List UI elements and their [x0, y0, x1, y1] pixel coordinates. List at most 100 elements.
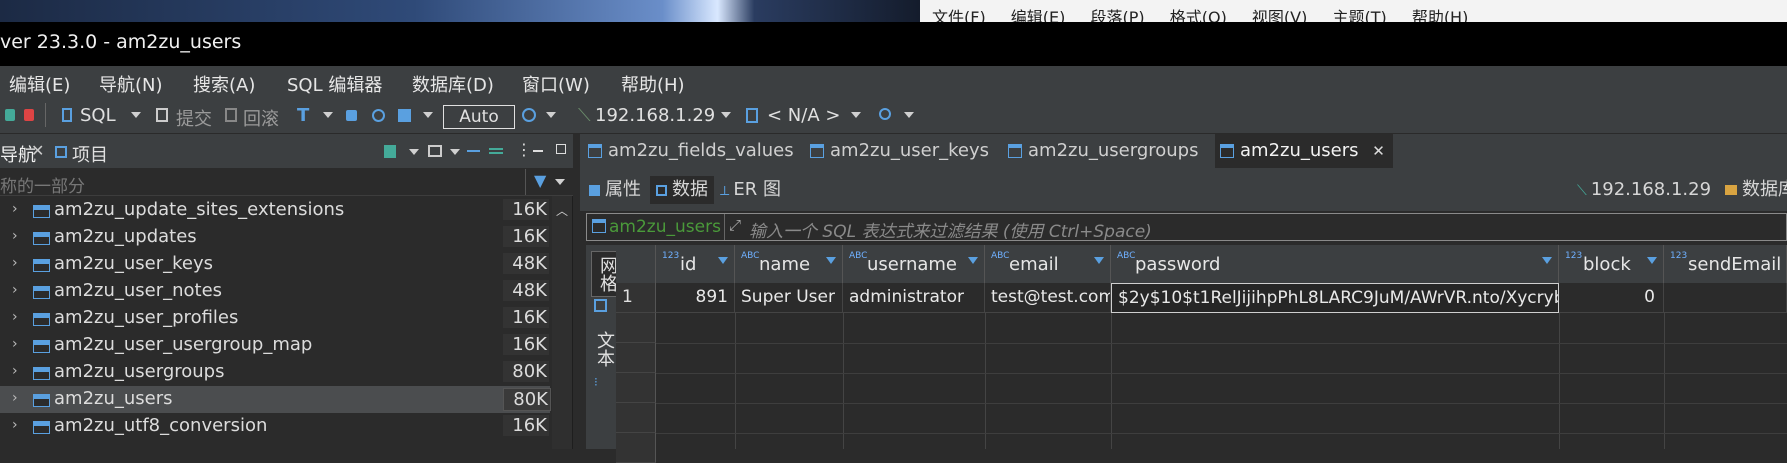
tree-item[interactable]: › am2zu_usergroups 80K — [0, 359, 550, 386]
expand-arrow-icon[interactable]: › — [12, 228, 18, 244]
auto-commit-mode[interactable]: Auto — [443, 105, 515, 129]
link-editor-icon[interactable] — [489, 148, 503, 154]
history-caret[interactable] — [546, 112, 556, 118]
expand-arrow-icon[interactable]: › — [12, 255, 18, 271]
tree-item[interactable]: › am2zu_updates 16K — [0, 224, 550, 251]
schema-caret[interactable] — [851, 112, 861, 118]
print-icon[interactable] — [398, 109, 411, 122]
new-connection-caret[interactable] — [409, 149, 419, 155]
expand-arrow-icon[interactable]: › — [12, 201, 18, 217]
grid-corner[interactable] — [616, 245, 656, 283]
sort-icon[interactable] — [1647, 257, 1657, 264]
tree-item[interactable]: › am2zu_user_keys 48K — [0, 251, 550, 278]
view-text-tab[interactable]: 文本 — [591, 331, 617, 367]
sort-icon[interactable] — [1094, 257, 1104, 264]
menu-search[interactable]: 搜索(A) — [193, 71, 255, 97]
scroll-up-icon[interactable]: ︿ — [556, 202, 568, 219]
rollback-icon[interactable] — [225, 108, 237, 122]
text-view-icon[interactable]: ⁝ — [594, 375, 598, 389]
tree-item-selected[interactable]: › am2zu_users 80K — [0, 386, 551, 413]
monitor-icon[interactable] — [372, 109, 385, 122]
sql-filter-input[interactable]: 输入一个 SQL 表达式来过滤结果 (使用 Ctrl+Space) — [749, 217, 1152, 242]
row-number[interactable]: 1 — [616, 283, 656, 313]
disconnect-icon[interactable] — [24, 109, 34, 121]
expand-arrow-icon[interactable]: › — [12, 390, 18, 406]
column-header-block[interactable]: 123 block — [1559, 245, 1664, 283]
cell-username[interactable]: administrator — [843, 283, 985, 313]
sort-icon[interactable] — [826, 257, 836, 264]
column-header-password[interactable]: ABC password — [1111, 245, 1559, 283]
menu-navigate[interactable]: 导航(N) — [99, 71, 163, 97]
cell-name[interactable]: Super User — [735, 283, 843, 313]
navigator-scrollbar[interactable]: ︿ — [552, 196, 572, 449]
connect-icon[interactable] — [5, 109, 15, 121]
host-caret[interactable] — [721, 112, 731, 118]
expand-arrow-icon[interactable]: › — [12, 309, 18, 325]
tab-am2zu-users[interactable]: am2zu_users ✕ — [1215, 134, 1393, 168]
sort-icon[interactable] — [718, 257, 728, 264]
tree-item[interactable]: › am2zu_user_usergroup_map 16K — [0, 332, 550, 359]
tab-am2zu-user-keys[interactable]: am2zu_user_keys — [810, 134, 989, 168]
column-header-id[interactable]: 123 id — [656, 245, 735, 283]
new-connection-icon[interactable] — [384, 145, 396, 158]
folder-icon[interactable] — [428, 145, 442, 157]
minimize-icon[interactable] — [533, 150, 543, 152]
menu-window[interactable]: 窗口(W) — [522, 71, 590, 97]
bg-menu-theme[interactable]: 主题(T) — [1332, 0, 1386, 22]
folder-caret[interactable] — [450, 149, 460, 155]
menu-sql-editor[interactable]: SQL 编辑器 — [287, 71, 382, 97]
sort-icon[interactable] — [968, 257, 978, 264]
column-header-name[interactable]: ABC name — [735, 245, 843, 283]
navigator-filter[interactable]: 称的一部分 ▼ — [0, 168, 573, 197]
print-caret[interactable] — [423, 112, 433, 118]
filter-caret[interactable] — [555, 179, 565, 185]
lock-icon[interactable] — [346, 110, 357, 121]
tree-item[interactable]: › am2zu_user_profiles 16K — [0, 305, 550, 332]
menu-edit[interactable]: 编辑(E) — [9, 71, 70, 97]
collapse-all-icon[interactable] — [467, 150, 480, 152]
expand-arrow-icon[interactable]: › — [12, 282, 18, 298]
close-icon[interactable]: ✕ — [1372, 142, 1385, 160]
view-menu-icon[interactable]: ⋮ — [516, 140, 532, 159]
expand-arrow-icon[interactable]: › — [12, 336, 18, 352]
menu-help[interactable]: 帮助(H) — [621, 71, 685, 97]
bg-menu-edit[interactable]: 编辑(E) — [1011, 0, 1066, 22]
column-header-username[interactable]: ABC username — [843, 245, 985, 283]
bg-menu-file[interactable]: 文件(F) — [932, 0, 986, 22]
tree-item[interactable]: › am2zu_utf8_conversion 16K — [0, 413, 550, 440]
filter-icon[interactable]: ▼ — [534, 171, 546, 190]
sql-editor-icon[interactable] — [62, 108, 72, 122]
bg-menu-help[interactable]: 帮助(H) — [1412, 0, 1469, 22]
subtab-data[interactable]: 数据 — [650, 176, 714, 204]
tab-am2zu-usergroups[interactable]: am2zu_usergroups — [1008, 134, 1198, 168]
expand-arrow-icon[interactable]: › — [12, 363, 18, 379]
cell-email[interactable]: test@test.com — [985, 283, 1111, 313]
sql-dropdown-caret[interactable] — [131, 112, 141, 118]
cell-block[interactable]: 0 — [1559, 283, 1664, 313]
transaction-mode-icon[interactable]: T — [297, 105, 309, 126]
sort-icon[interactable] — [1542, 257, 1552, 264]
bg-menu-paragraph[interactable]: 段落(P) — [1091, 0, 1145, 22]
bg-menu-view[interactable]: 视图(V) — [1252, 0, 1307, 22]
tree-item[interactable]: › am2zu_user_notes 48K — [0, 278, 550, 305]
cell-password[interactable]: $2y$10$t1RelJijihpPhL8LARC9JuM/AWrVR.nto… — [1111, 283, 1559, 313]
tree-item[interactable]: › am2zu_update_sites_extensions 16K — [0, 197, 550, 224]
commit-button[interactable]: 提交 — [176, 105, 212, 131]
search-icon[interactable] — [879, 108, 891, 120]
menu-database[interactable]: 数据库(D) — [412, 71, 494, 97]
schema-selector[interactable]: < N/A > — [767, 105, 840, 126]
tab-am2zu-fields-values[interactable]: am2zu_fields_values — [588, 134, 794, 168]
column-header-sendemail[interactable]: 123 sendEmail — [1664, 245, 1787, 283]
grid-icon[interactable] — [594, 299, 607, 312]
column-header-email[interactable]: ABC email — [985, 245, 1111, 283]
search-caret[interactable] — [904, 112, 914, 118]
connection-host[interactable]: 192.168.1.29 — [595, 105, 715, 126]
subtab-properties[interactable]: 属性 — [589, 176, 641, 204]
expand-arrow-icon[interactable]: › — [12, 417, 18, 433]
bg-menu-format[interactable]: 格式(O) — [1170, 0, 1227, 22]
tab-projects[interactable]: 项目 — [72, 141, 108, 167]
filter-input[interactable]: 称的一部分 — [0, 172, 85, 197]
maximize-icon[interactable] — [556, 144, 566, 154]
rollback-button[interactable]: 回滚 — [243, 105, 279, 131]
commit-icon[interactable] — [156, 108, 168, 122]
